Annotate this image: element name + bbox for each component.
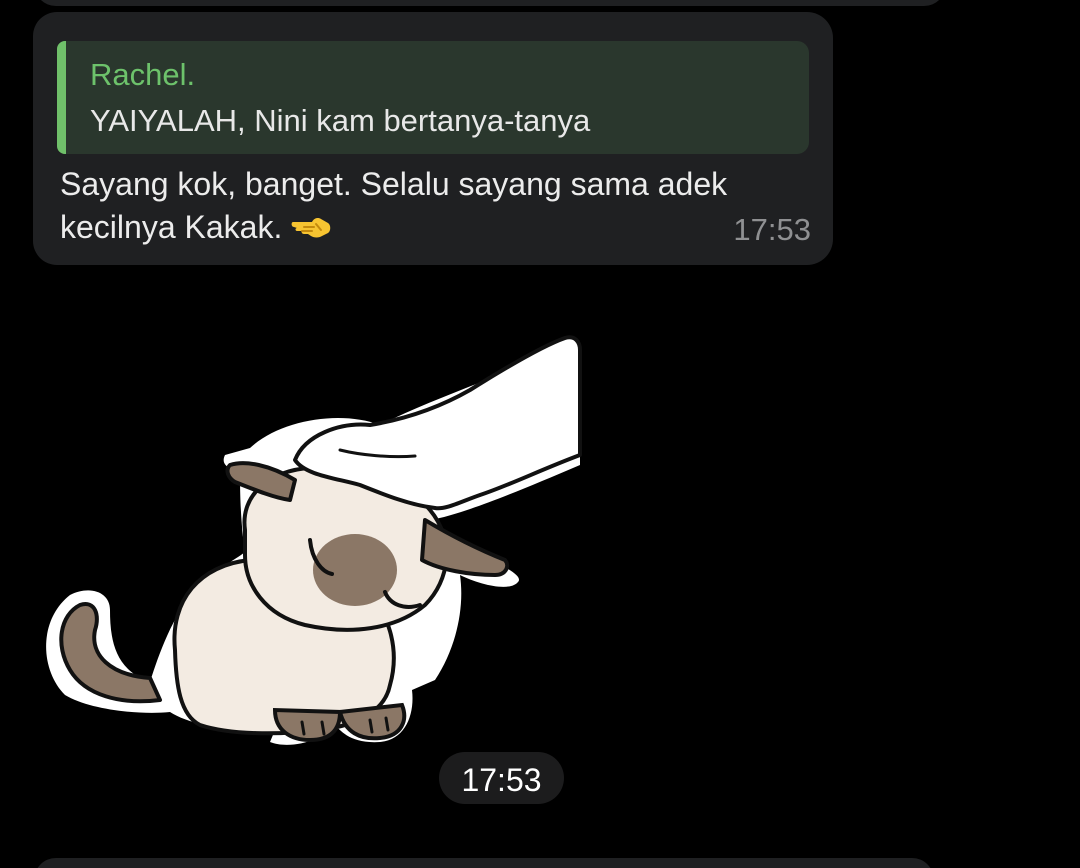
previous-message-bubble[interactable] (34, 0, 946, 6)
message-text-line-2: kecilnya Kakak. (60, 209, 332, 250)
cat-sticker[interactable] (40, 330, 585, 765)
reply-author: Rachel. (90, 57, 196, 92)
chat-screen: Rachel. YAIYALAH, Nini kam bertanya-tany… (0, 0, 1080, 868)
sticker-timestamp: 17:53 (461, 762, 542, 798)
next-message-bubble[interactable] (34, 858, 934, 868)
message-text-line-2-text: kecilnya Kakak. (60, 209, 283, 245)
message-text-line-1: Sayang kok, banget. Selalu sayang sama a… (60, 166, 728, 202)
reply-quote[interactable]: Rachel. YAIYALAH, Nini kam bertanya-tany… (57, 41, 809, 154)
reply-text: YAIYALAH, Nini kam bertanya-tanya (90, 103, 591, 138)
message-bubble[interactable]: Rachel. YAIYALAH, Nini kam bertanya-tany… (33, 12, 833, 265)
sticker-timestamp-pill: 17:53 (439, 752, 564, 804)
message-timestamp: 17:53 (733, 212, 811, 247)
pointing-left-hand-icon (290, 212, 332, 250)
reply-accent-bar (57, 41, 66, 154)
